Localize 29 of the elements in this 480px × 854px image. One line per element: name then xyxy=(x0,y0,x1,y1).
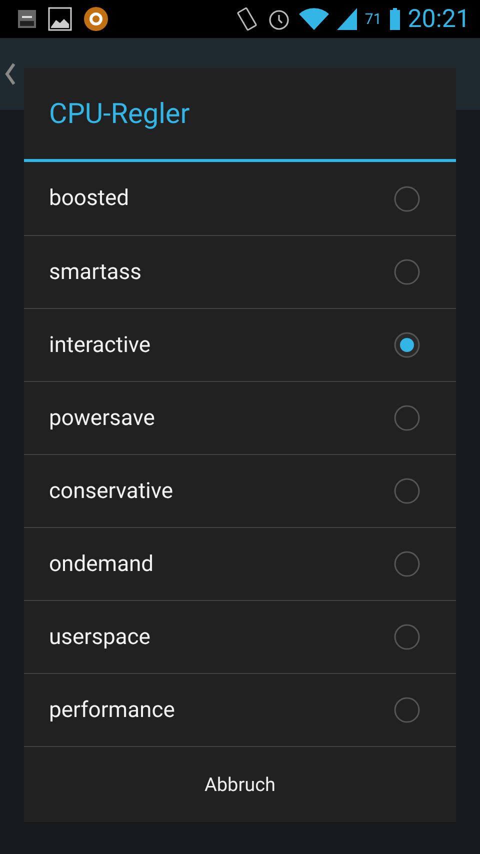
back-caret-icon[interactable] xyxy=(4,62,16,86)
option-item[interactable]: conservative xyxy=(24,454,456,527)
clock-time: 20:21 xyxy=(408,4,470,34)
radio-button[interactable] xyxy=(394,332,420,358)
dialog-title: CPU-Regler xyxy=(49,97,190,130)
circle-app-icon xyxy=(84,7,108,31)
cancel-button[interactable]: Abbruch xyxy=(190,765,290,804)
option-item[interactable]: smartass xyxy=(24,235,456,308)
radio-button[interactable] xyxy=(394,551,420,577)
radio-button[interactable] xyxy=(394,405,420,431)
radio-button[interactable] xyxy=(394,186,420,212)
radio-button[interactable] xyxy=(394,259,420,285)
vibrate-icon xyxy=(234,6,259,32)
radio-button[interactable] xyxy=(394,624,420,650)
option-item[interactable]: ondemand xyxy=(24,527,456,600)
option-item[interactable]: powersave xyxy=(24,381,456,454)
signal-icon xyxy=(336,8,357,30)
network-3g-icon xyxy=(18,10,36,28)
option-item[interactable]: performance xyxy=(24,673,456,746)
image-icon xyxy=(48,7,72,31)
alarm-icon xyxy=(266,7,291,31)
battery-percentage: 71 xyxy=(364,10,382,28)
battery-icon xyxy=(390,8,400,30)
option-item[interactable]: userspace xyxy=(24,600,456,673)
wifi-icon xyxy=(298,8,329,30)
radio-button[interactable] xyxy=(394,697,420,723)
radio-button[interactable] xyxy=(394,478,420,504)
option-item[interactable]: boosted xyxy=(24,162,456,235)
option-item[interactable]: interactive xyxy=(24,308,456,381)
